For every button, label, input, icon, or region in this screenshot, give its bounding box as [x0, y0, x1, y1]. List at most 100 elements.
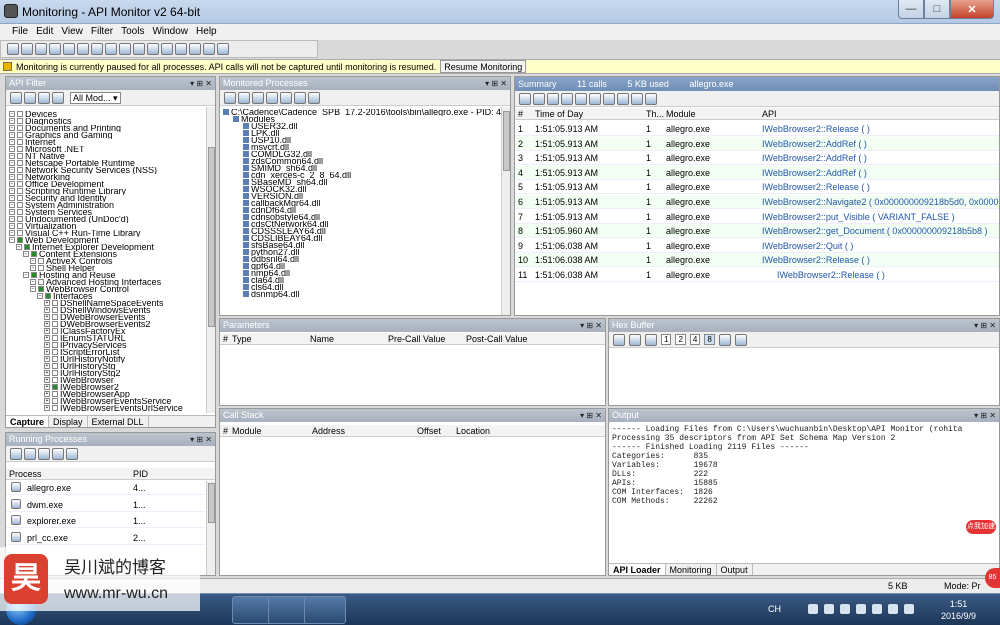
monitored-scrollbar[interactable]	[501, 107, 510, 315]
checkbox[interactable]	[17, 209, 23, 215]
tray-icon[interactable]	[856, 604, 866, 614]
api-tree-item[interactable]: − System Services	[9, 209, 204, 216]
expand-icon[interactable]: −	[9, 167, 15, 173]
tray-icon[interactable]	[904, 604, 914, 614]
api-tree-item[interactable]: + IWebBrowser2	[9, 384, 204, 391]
window-icon[interactable]	[63, 43, 75, 55]
tray-icon[interactable]	[888, 604, 898, 614]
open-icon[interactable]	[7, 43, 19, 55]
expand-icon[interactable]: +	[44, 356, 50, 362]
api-tree-item[interactable]: + IUrlHistoryStg	[9, 363, 204, 370]
checkbox[interactable]	[17, 202, 23, 208]
monitored-tree-item[interactable]: zdsCommon64.dll	[223, 158, 501, 165]
expand-icon[interactable]: −	[9, 160, 15, 166]
api-tree-item[interactable]: − System Administration	[9, 202, 204, 209]
col-module[interactable]: Module	[666, 109, 696, 119]
monitored-tree-item[interactable]: COMDLG32.dll	[223, 151, 501, 158]
expand-icon[interactable]: −	[9, 188, 15, 194]
checkbox[interactable]	[52, 356, 58, 362]
checkbox[interactable]	[31, 272, 37, 278]
monitored-tree-item[interactable]: SBaseMD_sh64.dll	[223, 179, 501, 186]
checkbox[interactable]	[52, 398, 58, 404]
col-thread[interactable]: Th...	[646, 109, 664, 119]
delete-icon[interactable]	[38, 91, 50, 104]
menu-view[interactable]: View	[57, 24, 87, 40]
table-row[interactable]: 8 1:51:05.960 AM 1 allegro.exe IWebBrowser2:…	[515, 224, 999, 239]
checkbox[interactable]	[17, 216, 23, 222]
checkbox[interactable]	[17, 167, 23, 173]
paste-icon[interactable]	[217, 43, 229, 55]
resume-monitoring-button[interactable]: Resume Monitoring	[440, 60, 527, 73]
menu-file[interactable]: File	[8, 24, 32, 40]
close-button[interactable]: ✕	[950, 0, 994, 19]
hook-icon[interactable]	[266, 91, 278, 104]
filter-icon[interactable]	[133, 43, 145, 55]
clock[interactable]: 1:51 2016/9/9	[941, 598, 976, 622]
expand-icon[interactable]: +	[44, 321, 50, 327]
api-tree-item[interactable]: + IWebBrowserEventsService	[9, 398, 204, 405]
tree-icon[interactable]	[575, 92, 587, 105]
checkbox[interactable]	[52, 342, 58, 348]
score-badge[interactable]: 85	[985, 568, 1000, 588]
monitored-tree-item[interactable]: callbackMgr64.dll	[223, 200, 501, 207]
expand-icon[interactable]: −	[9, 202, 15, 208]
monitored-tree-item[interactable]: USER32.dll	[223, 123, 501, 130]
process-icon[interactable]	[238, 91, 250, 104]
monitored-tree-item[interactable]: cdnsobstyle64.dll	[223, 214, 501, 221]
checkbox[interactable]	[17, 195, 23, 201]
col-api[interactable]: API	[762, 109, 777, 119]
expand-icon[interactable]: −	[9, 153, 15, 159]
byte-width-2-button[interactable]: 2	[675, 334, 686, 345]
api-tree-item[interactable]: + IWebBrowserEventsUrlService	[9, 405, 204, 412]
monitored-tree-item[interactable]: C:\Cadence\Cadence_SPB_17.2-2016\tools\b…	[223, 109, 501, 116]
expand-icon[interactable]: −	[9, 230, 15, 236]
api-tree-item[interactable]: + IUrlHistoryNotify	[9, 356, 204, 363]
checkbox[interactable]	[52, 321, 58, 327]
checkbox[interactable]	[52, 391, 58, 397]
monitored-tree-item[interactable]: WSOCK32.dll	[223, 186, 501, 193]
api-tree-item[interactable]: − Undocumented (UnDoc'd)	[9, 216, 204, 223]
table-row[interactable]: 6 1:51:05.913 AM 1 allegro.exe IWebBrowser2:…	[515, 195, 999, 209]
monitor-icon[interactable]	[49, 43, 61, 55]
checkbox[interactable]	[24, 244, 30, 250]
maximize-button[interactable]: □	[924, 0, 950, 19]
monitored-tree-item[interactable]: sfsBase64.dll	[223, 242, 501, 249]
checkbox[interactable]	[17, 181, 23, 187]
forward-arrow-icon[interactable]	[734, 333, 747, 346]
api-tree-item[interactable]: − Hosting and Reuse	[9, 272, 204, 279]
table-row[interactable]: 3 1:51:05.913 AM 1 allegro.exe IWebBrowser2:…	[515, 151, 999, 166]
tray-icon[interactable]	[872, 604, 882, 614]
menu-window[interactable]: Window	[148, 24, 192, 40]
byte-width-8-button[interactable]: 8	[704, 334, 715, 345]
api-tree-item[interactable]: + IWebBrowser	[9, 377, 204, 384]
table-row[interactable]: 9 1:51:06.038 AM 1 allegro.exe IWebBrowser2:…	[515, 239, 999, 253]
monitored-tree-item[interactable]: CDSLIBEAY64.dll	[223, 235, 501, 242]
speed-up-badge[interactable]: 点我加速	[966, 520, 996, 534]
checkbox[interactable]	[17, 174, 23, 180]
find-icon[interactable]	[52, 91, 64, 104]
minimize-button[interactable]: —	[898, 0, 924, 19]
api-tree-item[interactable]: − Documents and Printing	[9, 125, 204, 132]
api-tree-item[interactable]: − Scripting Runtime Library	[9, 188, 204, 195]
tray-icon[interactable]	[840, 604, 850, 614]
table-row[interactable]: 4 1:51:05.913 AM 1 allegro.exe IWebBrowser2:…	[515, 165, 999, 180]
tray-icon[interactable]	[808, 604, 818, 614]
expand-icon[interactable]: −	[9, 216, 15, 222]
checkbox[interactable]	[17, 153, 23, 159]
checkbox[interactable]	[17, 223, 23, 229]
col-time[interactable]: Time of Day	[535, 109, 583, 119]
checkbox[interactable]	[17, 237, 23, 243]
tab-capture[interactable]: Capture	[6, 416, 50, 427]
module-filter-dropdown[interactable]: All Mod... ▾	[70, 91, 121, 104]
expand-icon[interactable]: −	[9, 139, 15, 145]
save-icon[interactable]	[645, 333, 657, 346]
checkbox[interactable]	[52, 300, 58, 306]
api-tree-item[interactable]: − Office Development	[9, 181, 204, 188]
copy-icon[interactable]	[203, 43, 215, 55]
expand-icon[interactable]: −	[16, 244, 22, 250]
expand-icon[interactable]: −	[9, 118, 15, 124]
monitored-tree-item[interactable]: cdsCtNetwork64.dll	[223, 221, 501, 228]
monitored-tree-item[interactable]: nmp64.dll	[223, 270, 501, 277]
table-row[interactable]: allegro.exe 4...	[6, 481, 205, 495]
table-row[interactable]: dwm.exe 1...	[6, 498, 205, 512]
